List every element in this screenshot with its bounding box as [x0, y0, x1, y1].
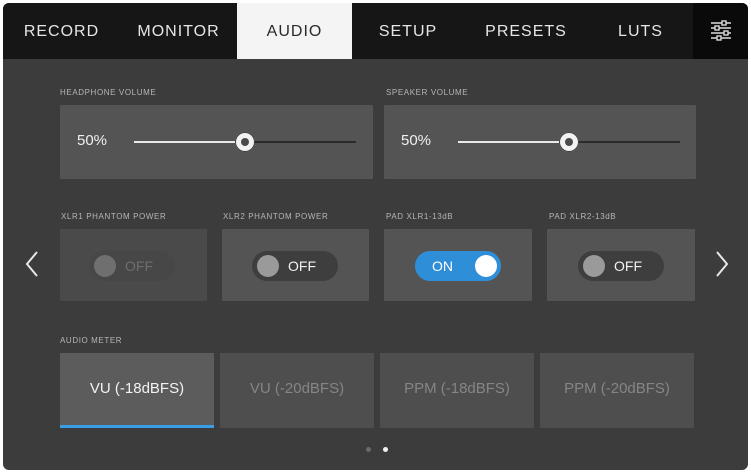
slider-fill: [458, 141, 569, 143]
headphone-volume-panel: 50%: [60, 105, 373, 179]
pad-xlr1-label: PAD XLR1-13dB: [386, 212, 454, 221]
audio-meter-option-vu-20[interactable]: VU (-20dBFS): [220, 353, 374, 428]
slider-knob[interactable]: [559, 132, 579, 152]
pad-xlr1-toggle[interactable]: ON: [415, 251, 501, 281]
audio-meter-option-ppm-18[interactable]: PPM (-18dBFS): [380, 353, 534, 428]
toggle-state: OFF: [614, 258, 642, 274]
slider-fill: [134, 141, 245, 143]
headphone-volume-label: HEADPHONE VOLUME: [60, 88, 157, 97]
chevron-right-icon[interactable]: [713, 249, 731, 279]
toggle-knob: [94, 255, 116, 277]
toggle-knob: [583, 255, 605, 277]
tab-monitor[interactable]: MONITOR: [120, 3, 237, 59]
toggle-state: ON: [432, 258, 453, 274]
audio-settings-screen: RECORD MONITOR AUDIO SETUP PRESETS LUTS …: [3, 3, 748, 470]
sliders-icon: [711, 20, 731, 41]
toggle-state: OFF: [125, 258, 153, 274]
settings-button[interactable]: [693, 3, 748, 59]
pad-xlr2-label: PAD XLR2-13dB: [549, 212, 617, 221]
xlr2-phantom-power-panel: OFF: [222, 229, 369, 301]
tab-luts[interactable]: LUTS: [588, 3, 693, 59]
chevron-left-icon[interactable]: [23, 249, 41, 279]
tab-audio[interactable]: AUDIO: [237, 3, 352, 59]
speaker-volume-value: 50%: [401, 132, 432, 149]
xlr1-phantom-power-label: XLR1 PHANTOM POWER: [61, 212, 167, 221]
toggle-state: OFF: [288, 258, 316, 274]
toggle-knob: [475, 255, 497, 277]
headphone-volume-value: 50%: [77, 132, 108, 149]
speaker-volume-panel: 50%: [384, 105, 696, 179]
slider-knob[interactable]: [235, 132, 255, 152]
tab-setup[interactable]: SETUP: [352, 3, 464, 59]
pad-xlr1-panel: ON: [384, 229, 532, 301]
xlr1-phantom-power-toggle: OFF: [89, 251, 175, 281]
xlr2-phantom-power-label: XLR2 PHANTOM POWER: [223, 212, 329, 221]
speaker-volume-label: SPEAKER VOLUME: [386, 88, 469, 97]
toggle-knob: [257, 255, 279, 277]
xlr1-phantom-power-panel: OFF: [60, 229, 207, 301]
page-dot-1[interactable]: [366, 447, 371, 452]
audio-meter-label: AUDIO METER: [60, 336, 123, 345]
pad-xlr2-toggle[interactable]: OFF: [578, 251, 664, 281]
audio-meter-option-vu-18[interactable]: VU (-18dBFS): [60, 353, 214, 428]
xlr2-phantom-power-toggle[interactable]: OFF: [252, 251, 338, 281]
audio-meter-option-ppm-20[interactable]: PPM (-20dBFS): [540, 353, 694, 428]
headphone-volume-slider[interactable]: [134, 132, 356, 152]
tab-presets[interactable]: PRESETS: [464, 3, 588, 59]
tab-record[interactable]: RECORD: [3, 3, 120, 59]
pad-xlr2-panel: OFF: [547, 229, 695, 301]
page-dot-2[interactable]: [383, 447, 388, 452]
speaker-volume-slider[interactable]: [458, 132, 680, 152]
tab-bar: RECORD MONITOR AUDIO SETUP PRESETS LUTS: [3, 3, 748, 59]
